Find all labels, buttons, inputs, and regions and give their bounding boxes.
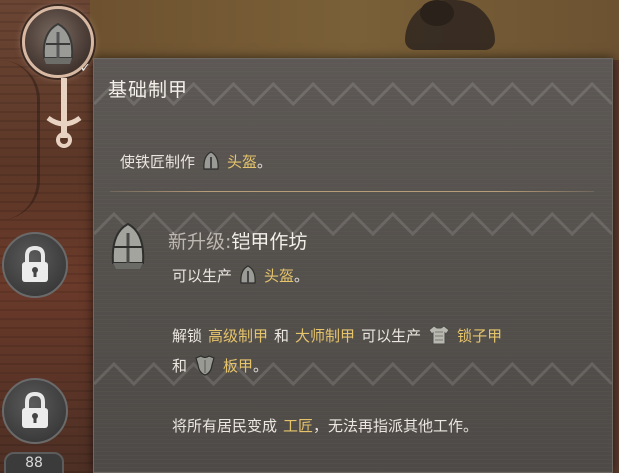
requirement-suffix: 。 xyxy=(257,152,273,171)
unlock-line-1: 解锁 高级制甲 和 大师制甲 可以生产 锁子甲 xyxy=(172,323,502,347)
upgrade-produce-line: 可以生产 头盔。 xyxy=(172,263,309,287)
helmet-icon xyxy=(203,151,219,170)
helmet-icon xyxy=(42,22,74,64)
unlock-and-2: 和 xyxy=(172,356,188,375)
tapestry-vine xyxy=(0,60,40,220)
chainmail-icon xyxy=(428,325,450,345)
lock-icon xyxy=(22,391,48,428)
tech-node-bottom[interactable]: 88 xyxy=(4,452,64,473)
divider xyxy=(110,191,594,192)
lock-icon xyxy=(22,245,48,282)
tech-node-bottom-label: 88 xyxy=(25,455,43,471)
unlock-tech-advanced-armor[interactable]: 高级制甲 xyxy=(208,325,268,346)
tooltip-title: 基础制甲 xyxy=(108,79,189,101)
worker-line: 将所有居民变成 工匠 ，无法再指派其他工作。 xyxy=(172,415,478,436)
worker-suffix: ，无法再指派其他工作。 xyxy=(313,417,479,435)
helmet-icon xyxy=(111,222,145,269)
tech-node-locked-2[interactable] xyxy=(2,378,68,444)
unlock-middle: 可以生产 xyxy=(361,326,422,345)
upgrade-label: 新升级: xyxy=(168,231,232,253)
plate-armor-icon xyxy=(195,355,215,376)
upgrade-name: 铠甲作坊 xyxy=(231,231,308,253)
unlock-item-plate-armor: 板甲 xyxy=(223,356,254,375)
check-icon: ✓ xyxy=(80,61,91,76)
tapestry-cat-head xyxy=(420,0,454,26)
upgrade-title: 新升级:铠甲作坊 xyxy=(168,227,307,254)
produce-prefix: 可以生产 xyxy=(172,266,233,285)
unlock-and-1: 和 xyxy=(274,326,290,345)
produce-suffix: 。 xyxy=(294,266,310,285)
produce-item: 头盔 xyxy=(264,266,295,285)
tech-tooltip-panel: 基础制甲 使铁匠制作 头盔。 新升级:铠甲作坊 可以生产 头盔。 解锁 高级制甲… xyxy=(93,58,613,473)
requirement-line: 使铁匠制作 头盔。 xyxy=(120,149,272,173)
requirement-item: 头盔 xyxy=(227,152,258,171)
unlock-prefix: 解锁 xyxy=(172,326,203,345)
requirement-prefix: 使铁匠制作 xyxy=(120,152,196,171)
unlock-line-2: 和 板甲。 xyxy=(172,353,268,377)
unlock-item-chainmail: 锁子甲 xyxy=(457,326,503,345)
unlock-tech-master-armor[interactable]: 大师制甲 xyxy=(295,325,355,346)
worker-prefix: 将所有居民变成 xyxy=(172,417,278,435)
helmet-icon xyxy=(240,265,256,284)
unlock-suffix: 。 xyxy=(253,356,269,375)
tech-node-locked-1[interactable] xyxy=(2,232,68,298)
tree-connector xyxy=(46,78,82,148)
tapestry-top xyxy=(90,0,619,60)
worker-role: 工匠 xyxy=(283,417,314,435)
